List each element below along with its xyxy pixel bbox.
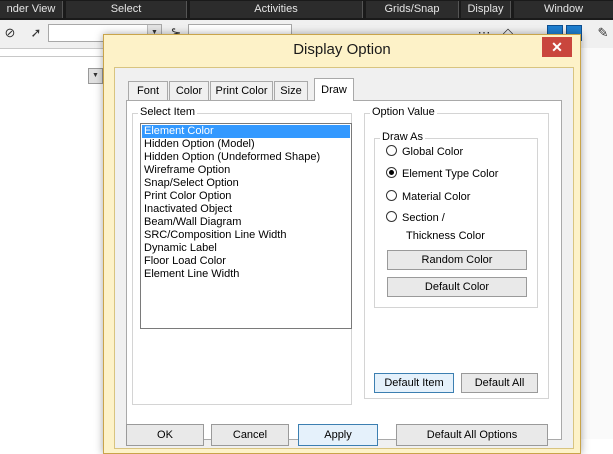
list-item[interactable]: Inactivated Object [142, 203, 350, 216]
radio-label-second-line: Thickness Color [406, 230, 485, 242]
menu-tab-activities[interactable]: Activities [190, 1, 363, 18]
list-item[interactable]: Print Color Option [142, 190, 350, 203]
workarea-divider [0, 56, 105, 57]
radio-indicator[interactable] [386, 145, 397, 156]
default-all-options-button[interactable]: Default All Options [396, 424, 548, 446]
tab-draw[interactable]: Draw [314, 78, 354, 101]
list-item[interactable]: Hidden Option (Model) [142, 138, 350, 151]
list-item[interactable]: Wireframe Option [142, 164, 350, 177]
list-item[interactable]: Dynamic Label [142, 242, 350, 255]
no-entry-icon[interactable]: ⊘ [2, 25, 18, 41]
app-menubar: nder View Select Activities Grids/Snap D… [0, 0, 613, 20]
tab-font[interactable]: Font [128, 81, 168, 100]
select-item-list[interactable]: Element Color Hidden Option (Model) Hidd… [140, 123, 352, 329]
cancel-button[interactable]: Cancel [211, 424, 289, 446]
menu-tab-display[interactable]: Display [461, 1, 511, 18]
menu-tab-window[interactable]: Window [514, 1, 613, 18]
default-item-button[interactable]: Default Item [374, 373, 454, 393]
tool-icon[interactable]: ✎ [595, 25, 611, 41]
menu-tab-render-view[interactable]: nder View [0, 1, 63, 18]
menu-tab-select[interactable]: Select [66, 1, 187, 18]
radio-indicator[interactable] [386, 167, 397, 178]
list-item[interactable]: Hidden Option (Undeformed Shape) [142, 151, 350, 164]
list-item[interactable]: Floor Load Color [142, 255, 350, 268]
list-item[interactable]: Beam/Wall Diagram [142, 216, 350, 229]
close-icon: ✕ [551, 39, 563, 55]
tab-color[interactable]: Color [169, 81, 209, 100]
select-item-label: Select Item [138, 106, 198, 118]
draw-as-label: Draw As [380, 131, 425, 143]
chevron-down-icon[interactable]: ▼ [88, 68, 103, 84]
dialog-title: Display Option [293, 41, 391, 58]
list-item[interactable]: Element Line Width [142, 268, 350, 281]
list-item[interactable]: Element Color [142, 125, 350, 138]
radio-label: Global Color [402, 146, 464, 158]
default-all-button[interactable]: Default All [461, 373, 538, 393]
apply-button[interactable]: Apply [298, 424, 378, 446]
menu-tab-grids-snap[interactable]: Grids/Snap [366, 1, 459, 18]
tab-print-color[interactable]: Print Color [210, 81, 273, 100]
display-option-dialog: Display Option ✕ Font Color Print Color … [103, 34, 581, 454]
close-button[interactable]: ✕ [542, 37, 572, 57]
radio-indicator[interactable] [386, 190, 397, 201]
radio-label: Element Type Color [402, 168, 499, 180]
default-color-button[interactable]: Default Color [387, 277, 527, 297]
radio-indicator[interactable] [386, 211, 397, 222]
ok-button[interactable]: OK [126, 424, 204, 446]
list-item[interactable]: Snap/Select Option [142, 177, 350, 190]
random-color-button[interactable]: Random Color [387, 250, 527, 270]
radio-label: Section / [402, 212, 445, 224]
pointer-icon[interactable]: ➚ [28, 25, 44, 41]
tab-size[interactable]: Size [274, 81, 308, 100]
list-item[interactable]: SRC/Composition Line Width [142, 229, 350, 242]
option-value-label: Option Value [370, 106, 437, 118]
radio-label: Material Color [402, 191, 471, 203]
